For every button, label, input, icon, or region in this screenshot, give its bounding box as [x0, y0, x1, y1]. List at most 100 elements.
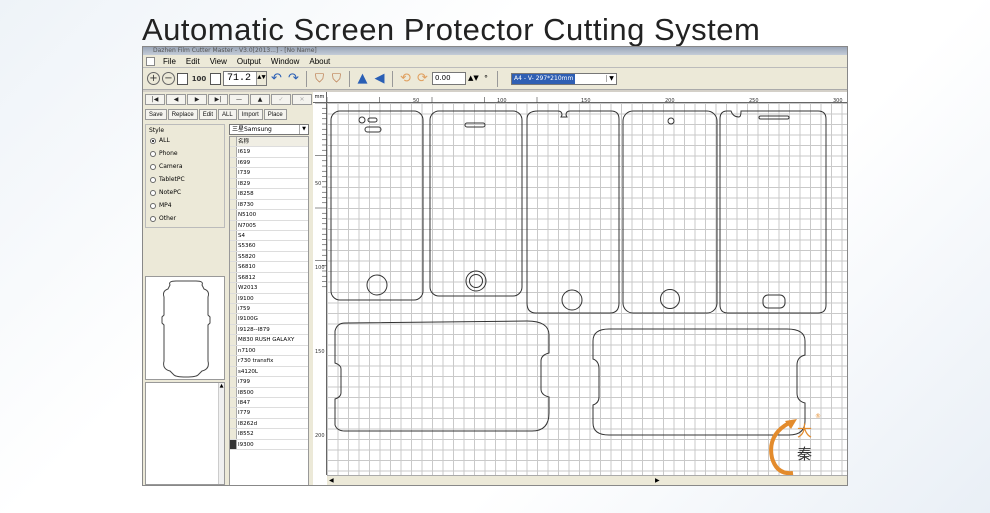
- app-window: Dazhen Film Cutter Master - V3.0[2013...…: [142, 46, 848, 486]
- sensor-slot-icon: [367, 117, 378, 123]
- zoom-out-icon[interactable]: −: [162, 72, 175, 85]
- protector-outline-4[interactable]: [622, 110, 718, 314]
- model-list-item[interactable]: i799: [230, 377, 308, 388]
- redo-icon[interactable]: ↷: [286, 71, 301, 86]
- protector-outline-3[interactable]: [526, 110, 620, 314]
- model-list-item[interactable]: I739: [230, 168, 308, 179]
- radio-icon: [150, 202, 156, 209]
- radio-icon: [150, 150, 156, 157]
- rotate-right-icon[interactable]: ⟳: [415, 71, 430, 86]
- model-list-item[interactable]: I9100G: [230, 314, 308, 325]
- model-list-item[interactable]: i759: [230, 304, 308, 315]
- all-button[interactable]: ALL: [218, 109, 237, 120]
- model-list-item[interactable]: I9300: [230, 439, 308, 451]
- model-list-item[interactable]: S6812: [230, 272, 308, 284]
- model-list-item[interactable]: I619: [230, 147, 308, 158]
- edit-button[interactable]: Edit: [198, 109, 218, 120]
- cutting-canvas[interactable]: 大 秦 ®: [327, 103, 847, 475]
- model-list-item[interactable]: S5820: [230, 251, 308, 263]
- model-list-item[interactable]: I779: [230, 408, 308, 419]
- model-list-item[interactable]: S4: [230, 230, 308, 242]
- style-radio-all[interactable]: ALL: [150, 137, 170, 144]
- import-button[interactable]: Import: [237, 109, 263, 120]
- nav-delete-button[interactable]: —: [229, 94, 249, 105]
- model-list-item[interactable]: I9100: [230, 293, 308, 304]
- model-list-item[interactable]: n7100: [230, 345, 308, 357]
- model-list-item[interactable]: I8552: [230, 429, 308, 440]
- nav-first-button[interactable]: |◀: [145, 94, 165, 105]
- model-list-item[interactable]: I8500: [230, 387, 308, 398]
- brand-select[interactable]: 三星Samsung ▼: [229, 124, 309, 135]
- ruler-left-label: 50: [315, 181, 321, 187]
- rotate-left-icon[interactable]: ⟲: [398, 71, 413, 86]
- model-list-item[interactable]: r730 transfix: [230, 356, 308, 367]
- style-radio-mp4[interactable]: MP4: [150, 202, 172, 209]
- protector-outline-6[interactable]: [334, 320, 550, 432]
- shield-filled-icon[interactable]: ⛉: [312, 71, 327, 86]
- radio-icon: [150, 215, 156, 222]
- work-area: mm 50100150200250300 50 100 150 200: [313, 92, 847, 485]
- model-list-item[interactable]: I699: [230, 157, 308, 169]
- nav-prev-button[interactable]: ◀: [166, 94, 186, 105]
- menu-edit[interactable]: Edit: [181, 57, 205, 66]
- nav-up-button[interactable]: ▲: [250, 94, 270, 105]
- replace-button[interactable]: Replace: [167, 109, 198, 120]
- model-list-item[interactable]: W2013: [230, 283, 308, 294]
- protector-outline-7[interactable]: [592, 328, 806, 436]
- model-list-item[interactable]: I8730: [230, 199, 308, 211]
- actual-size-icon[interactable]: 100: [190, 71, 208, 86]
- menu-view[interactable]: View: [205, 57, 232, 66]
- scroll-right-icon[interactable]: ▶: [655, 476, 660, 485]
- protector-outline-1[interactable]: [330, 110, 424, 301]
- nav-cancel-button[interactable]: ✕: [292, 94, 312, 105]
- menu-output[interactable]: Output: [232, 57, 266, 66]
- rotation-spinner[interactable]: ▲▼: [468, 72, 479, 85]
- radio-label: ALL: [159, 137, 170, 144]
- zoom-in-icon[interactable]: +: [147, 72, 160, 85]
- model-list-item[interactable]: I847: [230, 397, 308, 409]
- style-radio-phone[interactable]: Phone: [150, 150, 178, 157]
- model-list-item[interactable]: I9128--I879: [230, 324, 308, 336]
- chevron-down-icon[interactable]: ▼: [606, 75, 616, 82]
- radio-icon: [150, 189, 156, 196]
- scroll-left-icon[interactable]: ◀: [329, 476, 334, 485]
- style-radio-other[interactable]: Other: [150, 215, 176, 222]
- nav-last-button[interactable]: ▶|: [208, 94, 228, 105]
- chevron-down-icon[interactable]: ▼: [299, 125, 308, 134]
- style-radio-notepc[interactable]: NotePC: [150, 189, 181, 196]
- paper-size-select[interactable]: A4 - V- 297*210mm ▼: [511, 72, 617, 85]
- nav-confirm-button[interactable]: ✓: [271, 94, 291, 105]
- style-radio-tabletpc[interactable]: TabletPC: [150, 176, 185, 183]
- headline-title: Automatic Screen Protector Cutting Syste…: [142, 12, 761, 47]
- horizontal-scrollbar[interactable]: ◀ ▶: [327, 475, 847, 485]
- zoom-spinner[interactable]: ▲▼: [256, 72, 266, 85]
- shield-outline-icon[interactable]: ⛉: [329, 71, 344, 86]
- style-group: Style ALL Phone Camera TabletPC NotePC M…: [145, 124, 225, 228]
- menu-window[interactable]: Window: [266, 57, 304, 66]
- rotation-input[interactable]: 0.00: [432, 72, 466, 85]
- place-button[interactable]: Place: [263, 109, 287, 120]
- menu-about[interactable]: About: [304, 57, 335, 66]
- scrollbar[interactable]: ▲: [218, 383, 224, 484]
- menu-file[interactable]: File: [158, 57, 181, 66]
- model-list-item[interactable]: S5360: [230, 241, 308, 252]
- protector-outline-2[interactable]: [429, 110, 523, 297]
- protector-outline-5[interactable]: [719, 110, 827, 314]
- page-icon[interactable]: [177, 72, 188, 85]
- model-list-item[interactable]: s4120L: [230, 366, 308, 378]
- flip-left-icon[interactable]: ◀: [372, 71, 387, 86]
- undo-icon[interactable]: ↶: [269, 71, 284, 86]
- save-button[interactable]: Save: [145, 109, 167, 120]
- model-list-item[interactable]: I8258: [230, 189, 308, 200]
- model-list-item[interactable]: S6810: [230, 262, 308, 273]
- model-list-item[interactable]: I829: [230, 178, 308, 190]
- model-list-item[interactable]: N5100: [230, 210, 308, 221]
- flip-up-icon[interactable]: ▲: [355, 71, 370, 86]
- zoom-level-input[interactable]: 71.2 ▲▼: [223, 71, 267, 86]
- nav-next-button[interactable]: ▶: [187, 94, 207, 105]
- model-list-item[interactable]: I8262d: [230, 418, 308, 430]
- model-list-item[interactable]: M830 RUSH GALAXY: [230, 335, 308, 346]
- style-radio-camera[interactable]: Camera: [150, 163, 183, 170]
- model-list-item[interactable]: N7005: [230, 220, 308, 231]
- fit-page-icon[interactable]: [210, 72, 221, 85]
